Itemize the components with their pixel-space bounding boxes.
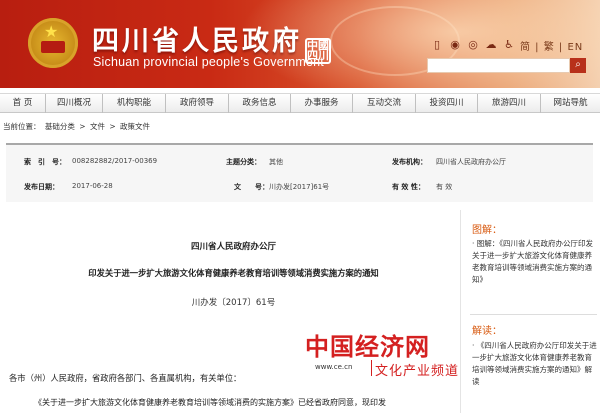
nav-item-invest[interactable]: 投资四川 <box>416 94 478 113</box>
star-icon: ★ <box>44 22 59 41</box>
docno-label: 文 号： <box>234 183 269 191</box>
site-title[interactable]: 四川省人民政府 <box>92 19 302 58</box>
nav-item-interaction[interactable]: 互动交流 <box>353 94 416 113</box>
side-panel: 图解： · 图解：《四川省人民政府办公厅印发关于进一步扩大旅游文化体育健康养老教… <box>465 210 600 413</box>
search-icon: ⌕ <box>575 59 581 70</box>
document-body: 四川省人民政府办公厅 印发关于进一步扩大旅游文化体育健康养老教育培训等领域消费实… <box>6 210 461 413</box>
document-issuer: 四川省人民政府办公厅 <box>190 242 276 252</box>
search-input[interactable] <box>427 58 570 73</box>
issuer-label: 发布机构： <box>392 158 427 166</box>
watermark-url: www.ce.cn <box>315 363 353 371</box>
top-icon-bar: ▯ ◉ ◎ ☁ ♿ <box>430 38 516 52</box>
watermark-channel: 文化产业频道 <box>375 364 460 379</box>
header-banner: ★ 四川省人民政府 Sichuan provincial people's Go… <box>0 0 600 88</box>
index-label: 索 引 号： <box>24 158 66 166</box>
site-subtitle: Sichuan provincial people's Government <box>93 55 324 69</box>
nav-item-tourism[interactable]: 旅游四川 <box>478 94 541 113</box>
validity-value: 有 效 <box>436 183 453 191</box>
validity-label: 有 效 性： <box>392 183 425 191</box>
index-value: 008282882/2017-00369 <box>72 157 158 165</box>
nav-item-institutions[interactable]: 机构职能 <box>103 94 166 113</box>
watermark-title: 中国经济网 <box>305 332 430 361</box>
document-number: 川办发〔2017〕61号 <box>191 298 276 308</box>
date-label: 发布日期： <box>24 183 59 191</box>
watermark-divider <box>371 360 372 376</box>
breadcrumb-item[interactable]: 政策文件 <box>120 122 150 131</box>
document-info-table: 索 引 号： 008282882/2017-00369 主题分类： 其他 发布机… <box>6 143 593 202</box>
breadcrumb-prefix: 当前位置： <box>3 122 41 131</box>
nav-item-news[interactable]: 政务信息 <box>229 94 291 113</box>
document-salutation: 各市（州）人民政府，省政府各部门、各直属机构，有关单位： <box>9 373 242 383</box>
side-link-graphic[interactable]: · 图解：《四川省人民政府办公厅印发关于进一步扩大旅游文化体育健康养老教育培训等… <box>472 238 597 286</box>
docno-value: 川办发[2017]61号 <box>269 183 330 191</box>
side-heading-interpretation: 解读： <box>472 326 502 337</box>
document-paragraph: 《关于进一步扩大旅游文化体育健康养老教育培训等领域消费的实施方案》已经省政府同意… <box>34 398 386 407</box>
weibo-icon[interactable]: ◉ <box>448 38 462 52</box>
nav-item-leaders[interactable]: 政府领导 <box>166 94 229 113</box>
breadcrumb-item[interactable]: 文件 <box>90 122 105 131</box>
side-divider <box>470 314 597 315</box>
main-nav: 首 页 四川概况 机构职能 政府领导 政务信息 办事服务 互动交流 投资四川 旅… <box>0 93 600 113</box>
national-emblem-icon: ★ <box>28 18 78 68</box>
document-title: 印发关于进一步扩大旅游文化体育健康养老教育培训等领域消费实施方案的通知 <box>88 268 379 278</box>
topic-label: 主题分类： <box>226 158 261 166</box>
accessibility-icon[interactable]: ♿ <box>502 38 516 52</box>
breadcrumb-separator: > <box>79 122 86 131</box>
tiananmen-gate-icon <box>41 41 65 53</box>
breadcrumb-separator: > <box>109 122 116 131</box>
language-switch[interactable]: 简 | 繁 | EN <box>520 38 583 53</box>
phone-icon[interactable]: ▯ <box>430 38 444 52</box>
breadcrumb-item[interactable]: 基础分类 <box>45 122 75 131</box>
seal-logo-icon: 中國 四川 <box>305 38 331 64</box>
nav-item-services[interactable]: 办事服务 <box>291 94 353 113</box>
issuer-value: 四川省人民政府办公厅 <box>436 158 506 166</box>
topic-value: 其他 <box>269 158 283 166</box>
search-button[interactable]: ⌕ <box>570 58 586 73</box>
side-link-interpretation[interactable]: · 《四川省人民政府办公厅印发关于进一步扩大旅游文化体育健康养老教育培训等领域消… <box>472 340 597 388</box>
wechat-icon[interactable]: ◎ <box>466 38 480 52</box>
breadcrumb: 当前位置： 基础分类 > 文件 > 政策文件 <box>3 121 152 132</box>
date-value: 2017-06-28 <box>72 182 113 190</box>
nav-item-overview[interactable]: 四川概况 <box>46 94 103 113</box>
cloud-icon[interactable]: ☁ <box>484 38 498 52</box>
nav-item-home[interactable]: 首 页 <box>0 94 46 113</box>
nav-item-sitemap[interactable]: 网站导航 <box>541 94 600 113</box>
side-heading-graphic: 图解： <box>472 225 502 236</box>
